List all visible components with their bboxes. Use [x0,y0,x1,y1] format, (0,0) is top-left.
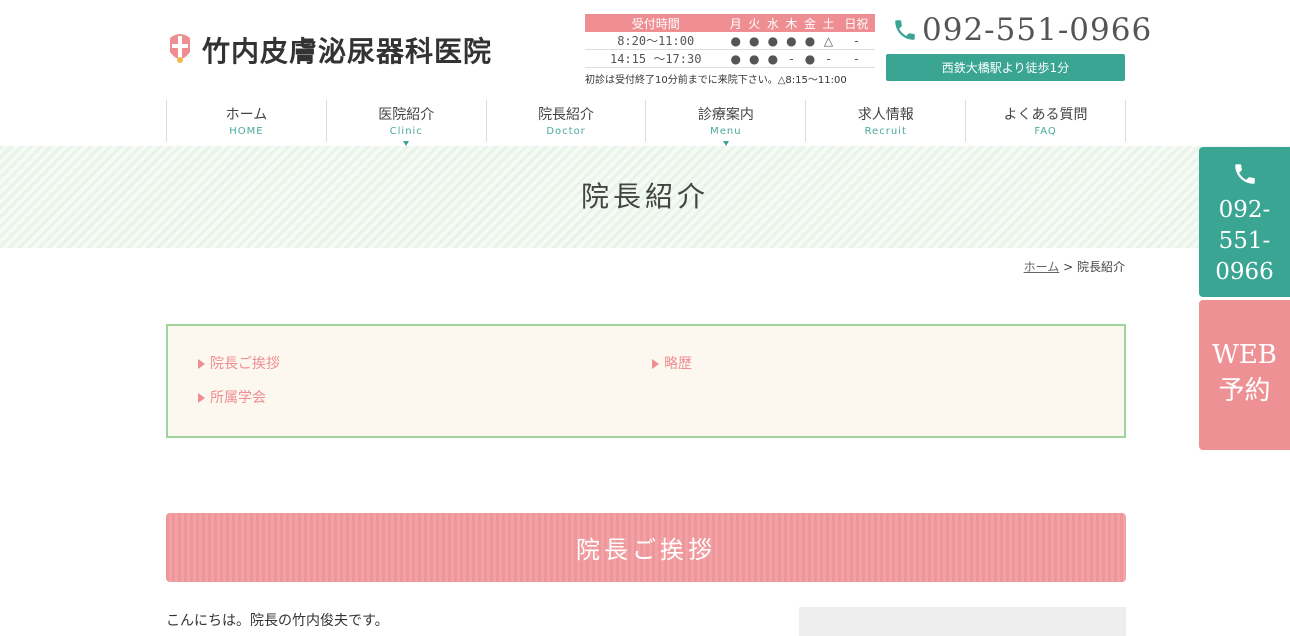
nav-item-menu[interactable]: 診療案内 Menu [645,100,805,146]
hours-cell: - [837,49,875,68]
hours-head-label: 受付時間 [585,14,727,32]
section-heading: 院長ご挨拶 [166,513,1126,582]
breadcrumb: ホーム > 院長紹介 [1024,258,1125,275]
hours-time: 8:20〜11:00 [585,32,727,50]
breadcrumb-current: 院長紹介 [1076,260,1125,274]
hours-cell: ● [763,49,783,68]
global-nav: ホーム HOME 医院紹介 Clinic 院長紹介 Doctor 診療案内 Me… [166,100,1126,146]
toc-link-societies[interactable]: 所属学会 [198,387,266,407]
logo-text: 竹内皮膚泌尿器科医院 [202,35,493,68]
hours-head-day: 月 [726,14,745,32]
nav-label: よくある質問 [1003,107,1088,123]
nav-item-faq[interactable]: よくある質問 FAQ [965,100,1126,142]
triangle-right-icon [198,359,205,369]
nav-item-recruit[interactable]: 求人情報 Recruit [805,100,965,142]
toc-link-label: 院長ご挨拶 [210,356,280,372]
nav-item-clinic[interactable]: 医院紹介 Clinic [325,100,486,146]
page-title: 院長紹介 [580,180,709,213]
nav-label: ホーム [225,107,268,123]
hours-cell: - [782,49,801,68]
doctor-photo [799,607,1126,636]
hours-head-day: 日祝 [837,14,875,32]
side-phone-line: 0966 [1215,259,1274,285]
hours-cell: ● [800,49,820,68]
header-phone-number: 092-551-0966 [922,12,1153,48]
nav-label: 診療案内 [697,107,754,123]
nav-item-home[interactable]: ホーム HOME [166,100,326,142]
hours-cell: ● [726,32,745,50]
breadcrumb-home-link[interactable]: ホーム [1024,260,1060,274]
nav-label: 求人情報 [857,107,914,123]
hours-time: 14:15 〜17:30 [585,49,727,68]
side-web-label: 予約 [1218,376,1271,406]
nav-sublabel: FAQ [1034,126,1057,137]
hours-cell: ● [800,32,820,50]
hours-cell: ● [763,32,783,50]
clinic-logo[interactable]: 竹内皮膚泌尿器科医院 [166,30,492,70]
phone-icon [1234,164,1255,184]
toc-link-label: 所属学会 [210,390,266,406]
side-phone-line: 092- [1218,197,1271,223]
nav-sublabel: Clinic [389,126,423,137]
table-of-contents: 院長ご挨拶 略歴 所属学会 [166,324,1126,438]
triangle-right-icon [652,359,659,369]
hours-cell: ● [744,49,764,68]
hours-cell: △ [819,32,838,50]
hours-head-day: 金 [800,14,820,32]
toc-link-label: 略歴 [664,356,692,372]
access-badge: 西鉄大橋駅より徒歩1分 [886,54,1125,81]
nav-sublabel: Menu [710,126,742,137]
hours-head-day: 土 [819,14,838,32]
nav-sublabel: Doctor [546,126,586,137]
hours-cell: ● [726,49,745,68]
hours-cell: ● [744,32,764,50]
hours-cell: - [837,32,875,50]
hours-head-day: 木 [782,14,801,32]
hours-cell: ● [782,32,801,50]
hours-table: 受付時間 月 火 水 木 金 土 日祝 8:20〜11:00 ● ● ● ● ●… [585,14,877,86]
nav-sublabel: Recruit [864,126,907,137]
side-web-label: WEB [1212,340,1277,370]
nav-label: 院長紹介 [538,107,595,123]
header-phone[interactable]: 092-551-0966 [892,12,1152,48]
hours-cell: - [819,49,838,68]
phone-icon [895,20,915,40]
toc-link-career[interactable]: 略歴 [652,353,692,373]
hours-head-day: 火 [744,14,764,32]
nav-sublabel: HOME [229,126,264,137]
logo-mark-icon [170,34,190,64]
side-phone-button[interactable]: 092- 551- 0966 [1199,147,1290,297]
section-heading-text: 院長ご挨拶 [576,536,716,564]
breadcrumb-separator: > [1063,260,1074,274]
nav-item-doctor[interactable]: 院長紹介 Doctor [485,100,646,142]
side-phone-line: 551- [1218,228,1271,254]
intro-text: こんにちは。院長の竹内俊夫です。 [166,613,389,629]
hours-head-day: 水 [763,14,783,32]
toc-link-greeting[interactable]: 院長ご挨拶 [198,353,280,373]
side-web-reservation-button[interactable]: WEB 予約 [1199,300,1290,450]
triangle-right-icon [198,393,205,403]
nav-label: 医院紹介 [378,107,435,123]
hours-note: 初診は受付終了10分前までに来院下さい。△8:15〜11:00 [585,75,847,86]
